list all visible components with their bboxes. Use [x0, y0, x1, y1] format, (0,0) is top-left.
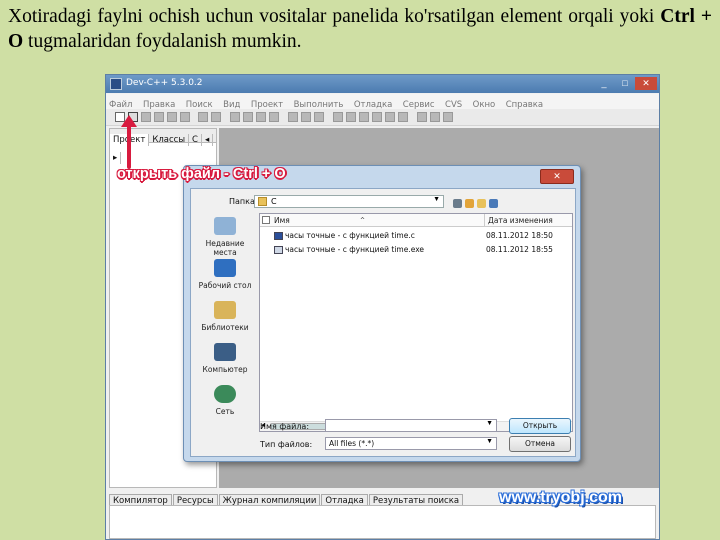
filetype-label: Тип файлов:	[260, 440, 313, 449]
file-date: 08.11.2012 18:50	[486, 231, 553, 240]
recent-places-icon	[214, 217, 236, 235]
place-network[interactable]: Сеть	[193, 385, 257, 416]
place-recent[interactable]: Недавние места	[193, 217, 257, 257]
print-icon[interactable]	[180, 112, 190, 122]
window-title: Dev-C++ 5.3.0.2	[126, 78, 203, 88]
compile-run-icon[interactable]	[359, 112, 369, 122]
check-icon[interactable]	[385, 112, 395, 122]
chevron-down-icon[interactable]: ▼	[486, 420, 493, 427]
look-in-select[interactable]: C ▼	[254, 195, 444, 208]
filetype-value: All files (*.*)	[329, 439, 375, 448]
toggle-comment-icon[interactable]	[256, 112, 266, 122]
exe-file-icon	[274, 246, 283, 254]
messages-pane	[109, 505, 656, 539]
file-row[interactable]: часы точные - с функцией time.c 08.11.20…	[260, 230, 572, 242]
cancel-button[interactable]: Отмена	[509, 436, 571, 452]
dialog-body: Папка: C ▼ Недавние места Рабочий стол Б…	[190, 188, 576, 457]
filename-label: Имя файла:	[260, 422, 310, 431]
replace-icon[interactable]	[301, 112, 311, 122]
chevron-down-icon[interactable]: ▼	[486, 438, 493, 445]
stop-icon[interactable]	[398, 112, 408, 122]
back-icon[interactable]	[453, 199, 462, 208]
maximize-button[interactable]: □	[616, 77, 634, 90]
watermark: www.tryobj.com	[499, 489, 622, 506]
toolbar	[106, 109, 659, 126]
place-recent-label: Недавние места	[205, 239, 245, 257]
slide-text-part2: tugmalaridan foydalanish mumkin.	[23, 31, 302, 52]
undo-icon[interactable]	[198, 112, 208, 122]
save-all-icon[interactable]	[154, 112, 164, 122]
file-list-header: Имя ^ Дата изменения	[260, 214, 572, 227]
new-folder-icon[interactable]	[477, 199, 486, 208]
unindent-icon[interactable]	[243, 112, 253, 122]
save-icon[interactable]	[141, 112, 151, 122]
chevron-down-icon: ▼	[433, 196, 440, 203]
place-desktop[interactable]: Рабочий стол	[193, 259, 257, 290]
close-button[interactable]: ✕	[635, 77, 657, 90]
debug-icon[interactable]	[417, 112, 427, 122]
c-file-icon	[274, 232, 283, 240]
open-button[interactable]: Открыть	[509, 418, 571, 434]
tab-classes[interactable]: Классы	[149, 134, 190, 146]
file-list: Имя ^ Дата изменения часы точные - с фун…	[259, 213, 573, 432]
indent-icon[interactable]	[230, 112, 240, 122]
find-icon[interactable]	[288, 112, 298, 122]
slide-paragraph: Xotiradagi faylni ochish uchun vositalar…	[8, 4, 712, 54]
column-date[interactable]: Дата изменения	[488, 216, 553, 225]
close-file-icon[interactable]	[167, 112, 177, 122]
desktop-icon	[214, 259, 236, 277]
look-in-value: C	[271, 197, 277, 206]
column-name[interactable]: Имя	[274, 216, 290, 225]
column-separator	[484, 214, 485, 227]
goto-icon[interactable]	[314, 112, 324, 122]
app-icon	[110, 78, 122, 90]
bookmark-icon[interactable]	[269, 112, 279, 122]
folder-icon	[258, 197, 267, 206]
run-icon[interactable]	[346, 112, 356, 122]
bottom-tabs: Компилятор Ресурсы Журнал компиляции Отладк…	[109, 490, 481, 508]
place-computer-label: Компьютер	[202, 365, 248, 374]
tab-scroll-left[interactable]: ◂	[202, 134, 214, 146]
title-bar: Dev-C++ 5.3.0.2 _ □ ✕	[106, 75, 659, 93]
step-out-icon[interactable]	[443, 112, 453, 122]
compile-icon[interactable]	[333, 112, 343, 122]
file-row[interactable]: часы точные - с функцией time.exe 08.11.…	[260, 244, 572, 256]
dialog-close-button[interactable]: ✕	[540, 169, 574, 184]
computer-icon	[214, 343, 236, 361]
file-date: 08.11.2012 18:55	[486, 245, 553, 254]
up-folder-icon[interactable]	[465, 199, 474, 208]
sort-chevron-icon: ^	[360, 217, 366, 224]
place-desktop-label: Рабочий стол	[198, 281, 252, 290]
place-network-label: Сеть	[215, 407, 235, 416]
nav-icons	[453, 195, 513, 208]
redo-icon[interactable]	[211, 112, 221, 122]
menu-bar: Файл Правка Поиск Вид Проект Выполнить О…	[106, 94, 659, 110]
place-libraries-label: Библиотеки	[201, 323, 249, 332]
step-icon[interactable]	[430, 112, 440, 122]
filename-input[interactable]: ▼	[325, 419, 497, 432]
rebuild-icon[interactable]	[372, 112, 382, 122]
filetype-select[interactable]: All files (*.*) ▼	[325, 437, 497, 450]
open-file-dialog: ✕ Папка: C ▼ Недавние места Рабочий стол…	[183, 165, 581, 462]
file-name: часы точные - с функцией time.exe	[285, 245, 425, 254]
file-name: часы точные - с функцией time.c	[285, 231, 415, 240]
callout-arrow-icon	[121, 115, 137, 169]
select-all-checkbox[interactable]	[262, 216, 270, 224]
slide-text-part1: Xotiradagi faylni ochish uchun vositalar…	[8, 6, 661, 27]
place-libraries[interactable]: Библиотеки	[193, 301, 257, 332]
tab-debug[interactable]: С	[189, 134, 202, 146]
network-icon	[214, 385, 236, 403]
places-bar: Недавние места Рабочий стол Библиотеки К…	[193, 213, 257, 428]
place-computer[interactable]: Компьютер	[193, 343, 257, 374]
libraries-icon	[214, 301, 236, 319]
minimize-button[interactable]: _	[595, 77, 613, 90]
callout-label: открыть файл - Ctrl + O	[117, 166, 286, 182]
view-menu-icon[interactable]	[489, 199, 498, 208]
